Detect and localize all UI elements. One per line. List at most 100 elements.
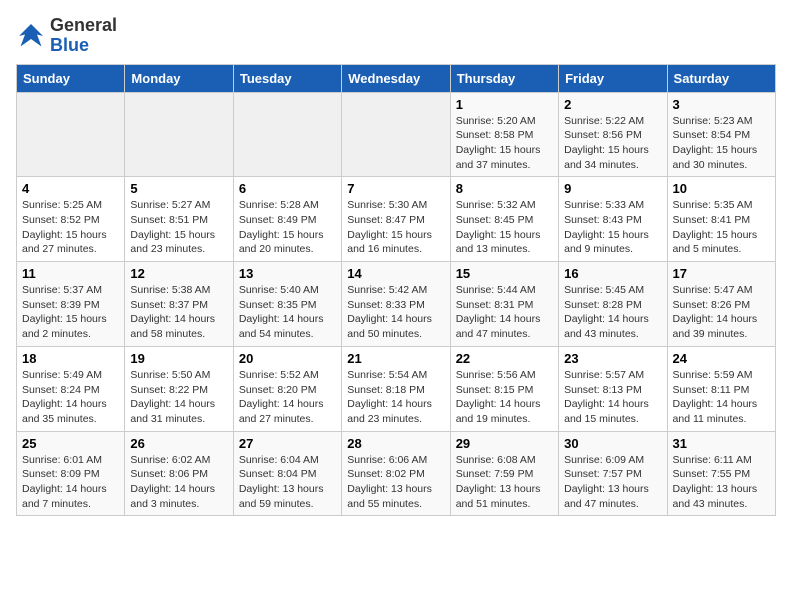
day-number: 18 xyxy=(22,351,119,366)
calendar-cell: 12 Sunrise: 5:38 AM Sunset: 8:37 PM Dayli… xyxy=(125,262,233,347)
day-info: Sunrise: 6:06 AM Sunset: 8:02 PM Dayligh… xyxy=(347,453,444,512)
calendar-cell: 4Sunrise: 5:25 AM Sunset: 8:52 PM Daylig… xyxy=(17,177,125,262)
day-info: Sunrise: 5:32 AM Sunset: 8:45 PM Dayligh… xyxy=(456,198,553,257)
calendar-cell: 21Sunrise: 5:54 AM Sunset: 8:18 PM Dayli… xyxy=(342,346,450,431)
day-number: 22 xyxy=(456,351,553,366)
day-number: 23 xyxy=(564,351,661,366)
day-number: 1 xyxy=(456,97,553,112)
calendar-cell: 5 Sunrise: 5:27 AM Sunset: 8:51 PM Daylig… xyxy=(125,177,233,262)
calendar-cell xyxy=(17,92,125,177)
calendar-cell: 17 Sunrise: 5:47 AM Sunset: 8:26 PM Dayli… xyxy=(667,262,775,347)
calendar-cell: 11 Sunrise: 5:37 AM Sunset: 8:39 PM Dayli… xyxy=(17,262,125,347)
day-info: Sunrise: 5:40 AM Sunset: 8:35 PM Dayligh… xyxy=(239,283,336,342)
weekday-header-saturday: Saturday xyxy=(667,64,775,92)
calendar-week-5: 25 Sunrise: 6:01 AM Sunset: 8:09 PM Dayli… xyxy=(17,431,776,516)
day-info: Sunrise: 5:33 AM Sunset: 8:43 PM Dayligh… xyxy=(564,198,661,257)
day-number: 28 xyxy=(347,436,444,451)
calendar-cell: 8 Sunrise: 5:32 AM Sunset: 8:45 PM Daylig… xyxy=(450,177,558,262)
weekday-header-monday: Monday xyxy=(125,64,233,92)
day-number: 31 xyxy=(673,436,770,451)
calendar-cell: 2Sunrise: 5:22 AM Sunset: 8:56 PM Daylig… xyxy=(559,92,667,177)
day-info: Sunrise: 6:08 AM Sunset: 7:59 PM Dayligh… xyxy=(456,453,553,512)
day-number: 29 xyxy=(456,436,553,451)
day-number: 17 xyxy=(673,266,770,281)
day-info: Sunrise: 5:27 AM Sunset: 8:51 PM Dayligh… xyxy=(130,198,227,257)
calendar-cell xyxy=(125,92,233,177)
logo-blue: Blue xyxy=(50,35,89,55)
day-info: Sunrise: 5:49 AM Sunset: 8:24 PM Dayligh… xyxy=(22,368,119,427)
day-number: 9 xyxy=(564,181,661,196)
calendar-cell: 9 Sunrise: 5:33 AM Sunset: 8:43 PM Daylig… xyxy=(559,177,667,262)
calendar-cell: 18 Sunrise: 5:49 AM Sunset: 8:24 PM Dayli… xyxy=(17,346,125,431)
day-number: 8 xyxy=(456,181,553,196)
calendar-cell: 16Sunrise: 5:45 AM Sunset: 8:28 PM Dayli… xyxy=(559,262,667,347)
day-number: 14 xyxy=(347,266,444,281)
weekday-header-thursday: Thursday xyxy=(450,64,558,92)
day-info: Sunrise: 5:38 AM Sunset: 8:37 PM Dayligh… xyxy=(130,283,227,342)
calendar-week-4: 18 Sunrise: 5:49 AM Sunset: 8:24 PM Dayli… xyxy=(17,346,776,431)
day-number: 11 xyxy=(22,266,119,281)
calendar-week-1: 1 Sunrise: 5:20 AM Sunset: 8:58 PM Daylig… xyxy=(17,92,776,177)
calendar-cell: 25 Sunrise: 6:01 AM Sunset: 8:09 PM Dayli… xyxy=(17,431,125,516)
day-number: 12 xyxy=(130,266,227,281)
day-info: Sunrise: 5:54 AM Sunset: 8:18 PM Dayligh… xyxy=(347,368,444,427)
calendar-cell: 3 Sunrise: 5:23 AM Sunset: 8:54 PM Daylig… xyxy=(667,92,775,177)
day-info: Sunrise: 6:02 AM Sunset: 8:06 PM Dayligh… xyxy=(130,453,227,512)
day-info: Sunrise: 5:30 AM Sunset: 8:47 PM Dayligh… xyxy=(347,198,444,257)
day-number: 3 xyxy=(673,97,770,112)
day-number: 15 xyxy=(456,266,553,281)
day-info: Sunrise: 5:28 AM Sunset: 8:49 PM Dayligh… xyxy=(239,198,336,257)
day-info: Sunrise: 5:37 AM Sunset: 8:39 PM Dayligh… xyxy=(22,283,119,342)
day-number: 25 xyxy=(22,436,119,451)
day-number: 16 xyxy=(564,266,661,281)
day-info: Sunrise: 5:22 AM Sunset: 8:56 PM Dayligh… xyxy=(564,114,661,173)
day-number: 13 xyxy=(239,266,336,281)
logo-icon xyxy=(16,21,46,51)
calendar-cell: 26Sunrise: 6:02 AM Sunset: 8:06 PM Dayli… xyxy=(125,431,233,516)
day-number: 7 xyxy=(347,181,444,196)
weekday-header-friday: Friday xyxy=(559,64,667,92)
day-info: Sunrise: 6:11 AM Sunset: 7:55 PM Dayligh… xyxy=(673,453,770,512)
day-number: 27 xyxy=(239,436,336,451)
day-number: 20 xyxy=(239,351,336,366)
weekday-header-tuesday: Tuesday xyxy=(233,64,341,92)
calendar-cell xyxy=(233,92,341,177)
day-info: Sunrise: 6:09 AM Sunset: 7:57 PM Dayligh… xyxy=(564,453,661,512)
day-info: Sunrise: 5:59 AM Sunset: 8:11 PM Dayligh… xyxy=(673,368,770,427)
calendar-cell: 7 Sunrise: 5:30 AM Sunset: 8:47 PM Daylig… xyxy=(342,177,450,262)
day-info: Sunrise: 5:47 AM Sunset: 8:26 PM Dayligh… xyxy=(673,283,770,342)
calendar-cell xyxy=(342,92,450,177)
calendar-cell: 13 Sunrise: 5:40 AM Sunset: 8:35 PM Dayli… xyxy=(233,262,341,347)
calendar-body: 1 Sunrise: 5:20 AM Sunset: 8:58 PM Daylig… xyxy=(17,92,776,516)
day-info: Sunrise: 5:52 AM Sunset: 8:20 PM Dayligh… xyxy=(239,368,336,427)
day-info: Sunrise: 5:23 AM Sunset: 8:54 PM Dayligh… xyxy=(673,114,770,173)
calendar-cell: 10Sunrise: 5:35 AM Sunset: 8:41 PM Dayli… xyxy=(667,177,775,262)
calendar-cell: 31 Sunrise: 6:11 AM Sunset: 7:55 PM Dayli… xyxy=(667,431,775,516)
calendar-cell: 1 Sunrise: 5:20 AM Sunset: 8:58 PM Daylig… xyxy=(450,92,558,177)
day-info: Sunrise: 6:01 AM Sunset: 8:09 PM Dayligh… xyxy=(22,453,119,512)
calendar-header-row: SundayMondayTuesdayWednesdayThursdayFrid… xyxy=(17,64,776,92)
calendar-cell: 19Sunrise: 5:50 AM Sunset: 8:22 PM Dayli… xyxy=(125,346,233,431)
calendar-week-2: 4Sunrise: 5:25 AM Sunset: 8:52 PM Daylig… xyxy=(17,177,776,262)
calendar-cell: 15 Sunrise: 5:44 AM Sunset: 8:31 PM Dayli… xyxy=(450,262,558,347)
day-number: 30 xyxy=(564,436,661,451)
page-header: General Blue xyxy=(16,16,776,56)
day-info: Sunrise: 5:44 AM Sunset: 8:31 PM Dayligh… xyxy=(456,283,553,342)
calendar-cell: 28 Sunrise: 6:06 AM Sunset: 8:02 PM Dayli… xyxy=(342,431,450,516)
day-number: 19 xyxy=(130,351,227,366)
logo: General Blue xyxy=(16,16,117,56)
day-info: Sunrise: 5:42 AM Sunset: 8:33 PM Dayligh… xyxy=(347,283,444,342)
day-info: Sunrise: 5:20 AM Sunset: 8:58 PM Dayligh… xyxy=(456,114,553,173)
day-number: 6 xyxy=(239,181,336,196)
calendar-table: SundayMondayTuesdayWednesdayThursdayFrid… xyxy=(16,64,776,517)
logo-general: General xyxy=(50,15,117,35)
day-info: Sunrise: 5:57 AM Sunset: 8:13 PM Dayligh… xyxy=(564,368,661,427)
day-number: 5 xyxy=(130,181,227,196)
calendar-cell: 22Sunrise: 5:56 AM Sunset: 8:15 PM Dayli… xyxy=(450,346,558,431)
day-number: 10 xyxy=(673,181,770,196)
calendar-cell: 24Sunrise: 5:59 AM Sunset: 8:11 PM Dayli… xyxy=(667,346,775,431)
weekday-header-sunday: Sunday xyxy=(17,64,125,92)
logo-text: General Blue xyxy=(50,16,117,56)
day-info: Sunrise: 5:25 AM Sunset: 8:52 PM Dayligh… xyxy=(22,198,119,257)
calendar-cell: 29 Sunrise: 6:08 AM Sunset: 7:59 PM Dayli… xyxy=(450,431,558,516)
